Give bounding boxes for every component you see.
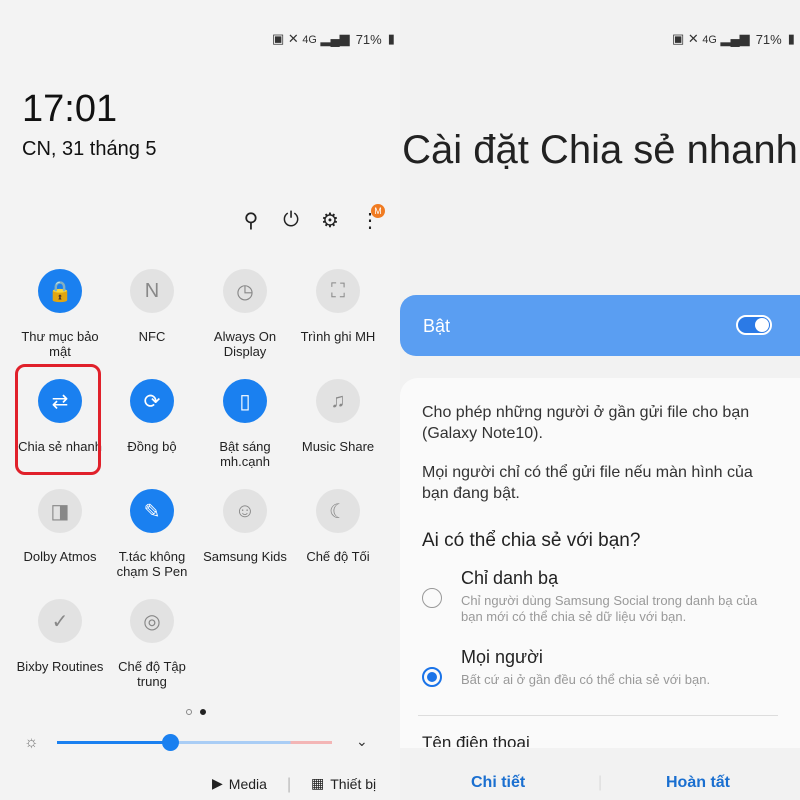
description-nearby: Cho phép những người ở gần gửi file cho … [422,404,750,442]
tile-edge-lighting[interactable]: ▯ Bật sáng mh.cạnh [199,379,291,469]
routines-icon[interactable]: ✓ [38,599,82,643]
clock-icon[interactable]: ◷ [223,269,267,313]
settings-card: Cho phép những người ở gần gửi file cho … [400,378,800,748]
grid-icon: ▦ [311,775,325,791]
page-title: Cài đặt Chia sẻ nhanh [402,128,798,172]
done-button[interactable]: Hoàn tất [666,774,730,792]
spen-icon[interactable]: ✎ [130,489,174,533]
tile-label: Always On Display [213,329,277,359]
tile-label: Đồng bộ [127,439,177,454]
page-indicator [186,709,206,715]
brightness-knob[interactable] [162,734,179,751]
tile-nfc[interactable]: N NFC [106,269,198,344]
master-toggle-row[interactable]: Bật [400,295,800,356]
tile-sync[interactable]: ⟳ Đồng bộ [106,379,198,454]
status-bar: ▣ ✕ 4G ▂▄▆ 71% ▮ [672,31,795,47]
highlight-box [15,364,101,475]
tile-kids[interactable]: ☺ Samsung Kids [199,489,291,564]
battery-level: 71% [755,31,782,47]
screen-recorder-icon[interactable]: ⛶ [316,269,360,313]
tile-label: Samsung Kids [203,549,287,564]
divider [418,715,778,716]
tile-label: Chế độ Tối [306,549,370,564]
status-bar: ▣ ✕ 4G ▂▄▆ 71% ▮ [272,31,395,47]
phone-name-label[interactable]: Tên điện thoại [422,733,530,747]
tile-label: T.tác không chạm S Pen [116,549,188,579]
tile-secure-folder[interactable]: 🔒 Thư mục bảo mật [14,269,106,359]
tile-label: Music Share [301,439,375,454]
tile-dolby[interactable]: ◨ Dolby Atmos [14,489,106,564]
power-icon[interactable]: ⏻ [280,209,302,231]
tile-label: Trình ghi MH [300,329,376,344]
tile-label: Chế độ Tập trung [118,659,186,689]
brightness-slider[interactable] [57,741,332,744]
option-contacts[interactable]: Chỉ danh bạ Chỉ người dùng Samsung Social… [422,568,778,625]
brightness-icon: ☼ [24,734,39,751]
devices-button[interactable]: ▦ Thiết bị [311,775,376,792]
search-icon[interactable]: ⚲ [240,209,262,232]
description-screen: Mọi người chỉ có thể gửi file nếu màn hì… [422,464,753,502]
date: CN, 31 tháng 5 [22,138,157,160]
battery-icon: ▮ [387,31,395,46]
tile-label: Bật sáng mh.cạnh [219,439,271,469]
secure-folder-icon[interactable]: 🔒 [38,269,82,313]
details-button[interactable]: Chi tiết [471,774,525,792]
edge-lighting-icon[interactable]: ▯ [223,379,267,423]
status-icons: ▣ ✕ 4G ▂▄▆ [272,31,350,46]
gear-icon[interactable]: ⚙ [319,209,341,232]
music-share-icon[interactable]: ♫ [316,379,360,423]
battery-icon: ▮ [787,31,795,46]
focus-icon[interactable]: ◎ [130,599,174,643]
divider: | [287,776,292,793]
media-button[interactable]: ▶ Media [212,775,267,792]
section-heading: Ai có thể chia sẻ với bạn? [422,530,641,551]
tile-label: Dolby Atmos [23,549,97,564]
toggle-switch[interactable] [736,315,772,335]
chevron-down-icon[interactable]: ⌄ [356,733,368,750]
radio-everyone[interactable] [422,667,442,687]
nfc-icon[interactable]: N [130,269,174,313]
clock[interactable]: 17:01 [22,88,117,131]
tile-focus[interactable]: ◎ Chế độ Tập trung [106,599,198,689]
quick-share-settings: ▣ ✕ 4G ▂▄▆ 71% ▮ Cài đặt Chia sẻ nhanh Bậ… [400,0,800,800]
dolby-icon[interactable]: ◨ [38,489,82,533]
tile-label: Bixby Routines [16,659,104,674]
radio-contacts[interactable] [422,588,442,608]
notification-badge: M [371,204,385,218]
divider: | [598,774,603,791]
toggle-label: Bật [423,316,451,336]
tile-routines[interactable]: ✓ Bixby Routines [14,599,106,674]
option-everyone[interactable]: Mọi người Bất cứ ai ở gần đều có thể chia… [422,647,778,688]
sync-icon[interactable]: ⟳ [130,379,174,423]
tile-clock[interactable]: ◷ Always On Display [199,269,291,359]
battery-level: 71% [355,31,382,47]
kids-icon[interactable]: ☺ [223,489,267,533]
tile-label: NFC [138,329,166,344]
play-icon: ▶ [212,775,223,791]
status-icons: ▣ ✕ 4G ▂▄▆ [672,31,750,46]
tile-music-share[interactable]: ♫ Music Share [292,379,384,454]
tile-screen-recorder[interactable]: ⛶ Trình ghi MH [292,269,384,344]
tile-spen[interactable]: ✎ T.tác không chạm S Pen [106,489,198,579]
tile-label: Thư mục bảo mật [21,329,99,359]
moon-icon[interactable]: ☾ [316,489,360,533]
quick-panel: ▣ ✕ 4G ▂▄▆ 71% ▮ 17:01 CN, 31 tháng 5 ⚲ ⏻… [0,0,400,800]
tile-moon[interactable]: ☾ Chế độ Tối [292,489,384,564]
